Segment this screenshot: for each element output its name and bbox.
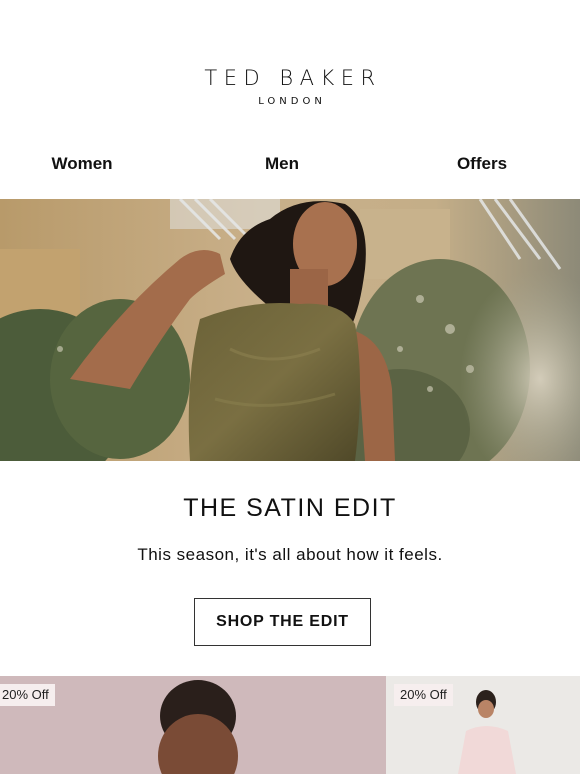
discount-badge: 20% Off <box>0 684 55 706</box>
nav-item-offers[interactable]: Offers <box>402 154 562 174</box>
product-image <box>0 676 386 774</box>
shop-the-edit-button[interactable]: SHOP THE EDIT <box>194 598 371 646</box>
nav-item-men[interactable]: Men <box>202 154 362 174</box>
discount-badge: 20% Off <box>394 684 453 706</box>
campaign-subtitle: This season, it's all about how it feels… <box>137 545 443 564</box>
product-card[interactable]: 20% Off <box>386 676 580 774</box>
main-nav: Women Men Offers <box>0 154 580 176</box>
hero-image[interactable] <box>0 199 580 461</box>
brand-subtitle: LONDON <box>258 96 326 107</box>
nav-item-women[interactable]: Women <box>2 154 162 174</box>
hero-illustration <box>0 199 580 461</box>
product-grid: 20% Off 20% Off <box>0 676 580 774</box>
brand-logo[interactable]: TED BAKER LONDON <box>0 66 580 107</box>
product-card[interactable]: 20% Off <box>0 676 386 774</box>
campaign-title: THE SATIN EDIT <box>183 494 397 522</box>
brand-name: TED BAKER <box>204 66 382 90</box>
